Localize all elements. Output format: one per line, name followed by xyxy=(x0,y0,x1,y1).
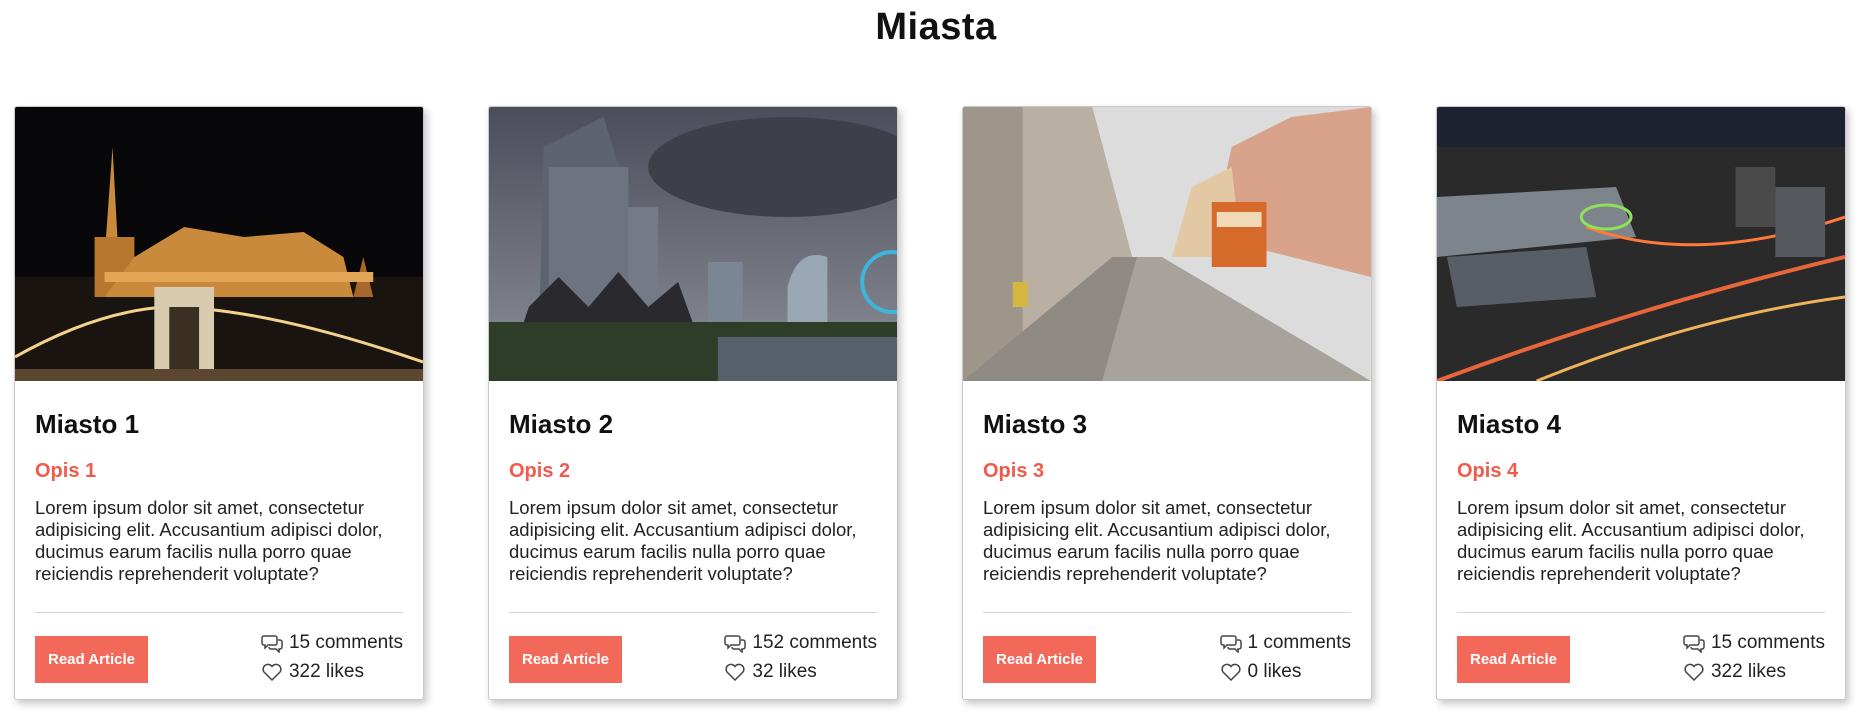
article-card: Miasto 4 Opis 4 Lorem ipsum dolor sit am… xyxy=(1436,106,1846,700)
card-description: Lorem ipsum dolor sit amet, consectetur … xyxy=(509,497,857,584)
comments-icon xyxy=(1683,633,1705,653)
card-footer: Read Article 152 comments 32 likes xyxy=(509,628,877,688)
page: Miasta Miasto 1 Opis 1 Lorem ipsum dolor… xyxy=(0,0,1872,712)
heart-icon xyxy=(1220,662,1242,682)
likes-stat: 0 likes xyxy=(1220,657,1351,686)
card-divider xyxy=(983,612,1351,613)
comments-count: 15 comments xyxy=(288,632,403,653)
card-title: Miasto 4 xyxy=(1457,409,1562,439)
card-footer: Read Article 15 comments 322 likes xyxy=(35,628,403,688)
card-title: Miasto 3 xyxy=(983,409,1088,439)
comments-stat: 152 comments xyxy=(724,628,877,657)
card-image xyxy=(15,107,423,381)
read-article-button[interactable]: Read Article xyxy=(35,636,148,683)
comments-count: 15 comments xyxy=(1710,632,1825,653)
read-article-button[interactable]: Read Article xyxy=(983,636,1096,683)
comments-stat: 15 comments xyxy=(1683,628,1825,657)
article-card: Miasto 1 Opis 1 Lorem ipsum dolor sit am… xyxy=(14,106,424,700)
card-description: Lorem ipsum dolor sit amet, consectetur … xyxy=(35,497,383,584)
card-stats: 15 comments 322 likes xyxy=(261,628,403,686)
card-stats: 15 comments 322 likes xyxy=(1683,628,1825,686)
card-grid: Miasto 1 Opis 1 Lorem ipsum dolor sit am… xyxy=(14,106,1846,700)
likes-count: 322 likes xyxy=(1710,661,1786,682)
comments-count: 1 comments xyxy=(1247,632,1351,653)
card-footer: Read Article 1 comments 0 likes xyxy=(983,628,1351,688)
comments-icon xyxy=(261,633,283,653)
comments-icon xyxy=(724,633,747,653)
read-article-button[interactable]: Read Article xyxy=(509,636,622,683)
card-divider xyxy=(1457,612,1825,613)
likes-count: 0 likes xyxy=(1247,661,1302,682)
card-title: Miasto 2 xyxy=(509,409,614,439)
comments-stat: 15 comments xyxy=(261,628,403,657)
likes-stat: 32 likes xyxy=(724,657,877,686)
card-subtitle: Opis 2 xyxy=(509,460,571,482)
card-divider xyxy=(509,612,877,613)
card-divider xyxy=(35,612,403,613)
card-subtitle: Opis 3 xyxy=(983,460,1045,482)
card-stats: 152 comments 32 likes xyxy=(724,628,877,686)
likes-count: 32 likes xyxy=(752,661,817,682)
card-image xyxy=(963,107,1371,381)
likes-stat: 322 likes xyxy=(261,657,403,686)
likes-stat: 322 likes xyxy=(1683,657,1825,686)
heart-icon xyxy=(1683,662,1705,682)
card-stats: 1 comments 0 likes xyxy=(1219,628,1351,686)
page-title: Miasta xyxy=(875,6,997,48)
card-image xyxy=(1437,107,1845,381)
likes-count: 322 likes xyxy=(288,661,364,682)
article-card: Miasto 3 Opis 3 Lorem ipsum dolor sit am… xyxy=(962,106,1372,700)
read-article-button[interactable]: Read Article xyxy=(1457,636,1570,683)
card-description: Lorem ipsum dolor sit amet, consectetur … xyxy=(1457,497,1805,584)
comments-stat: 1 comments xyxy=(1219,628,1351,657)
card-description: Lorem ipsum dolor sit amet, consectetur … xyxy=(983,497,1331,584)
card-footer: Read Article 15 comments 322 likes xyxy=(1457,628,1825,688)
card-subtitle: Opis 1 xyxy=(35,460,97,482)
comments-icon xyxy=(1219,633,1242,653)
article-card: Miasto 2 Opis 2 Lorem ipsum dolor sit am… xyxy=(488,106,898,700)
card-title: Miasto 1 xyxy=(35,409,140,439)
heart-icon xyxy=(724,662,746,682)
comments-count: 152 comments xyxy=(752,632,877,653)
heart-icon xyxy=(261,662,283,682)
card-subtitle: Opis 4 xyxy=(1457,460,1519,482)
card-image xyxy=(489,107,897,381)
